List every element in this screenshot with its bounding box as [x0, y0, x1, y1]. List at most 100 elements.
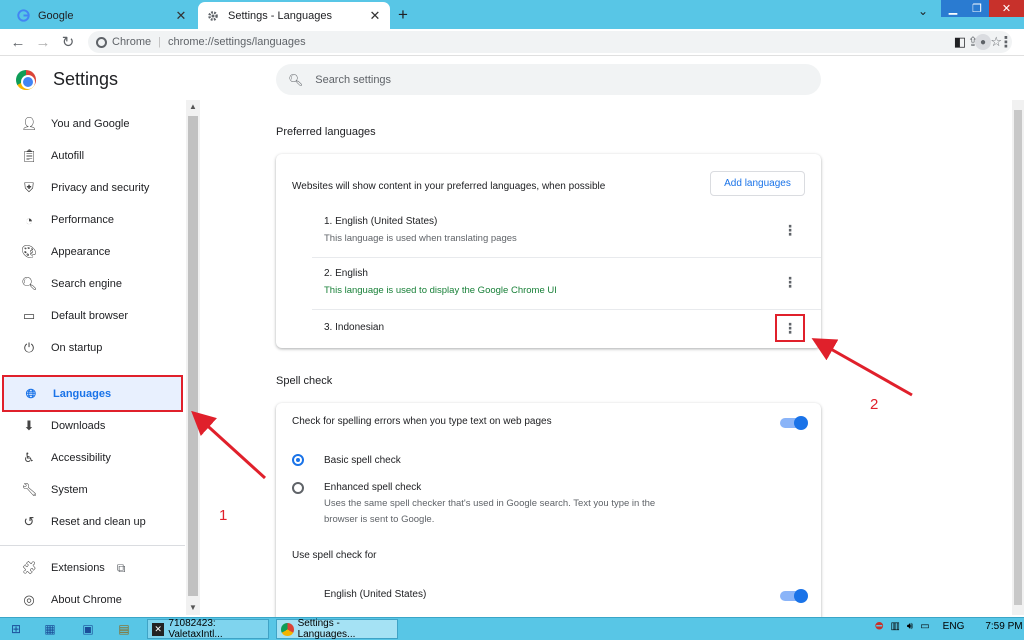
language-menu-kebab-icon-highlighted[interactable]: ⋮	[775, 314, 805, 342]
search-settings-input[interactable]: 🔍︎ Search settings	[276, 64, 821, 95]
sidebar-item-languages[interactable]: 🌐︎ Languages	[2, 375, 183, 412]
file-explorer-icon[interactable]: ▦	[42, 621, 58, 637]
tab-google[interactable]: Google ✕	[8, 2, 196, 29]
row-divider	[312, 309, 821, 310]
spell-check-toggle[interactable]	[780, 416, 808, 430]
taskbar-app-chrome[interactable]: Settings - Languages...	[276, 618, 398, 640]
annotation-arrow-2	[811, 338, 913, 397]
chrome-icon	[96, 36, 107, 48]
tab-close-icon[interactable]: ✕	[174, 8, 188, 24]
sidebar-item-search-engine[interactable]: 🔍︎ Search engine	[0, 268, 183, 300]
forward-arrow-icon[interactable]: →	[33, 32, 53, 52]
scroll-down-arrow-icon[interactable]: ▼	[189, 603, 197, 612]
language-menu-kebab-icon[interactable]: ⋮	[782, 273, 798, 291]
reset-icon: ↺	[23, 514, 35, 529]
close-window-button[interactable]: ✕	[989, 0, 1024, 17]
sidebar-item-privacy[interactable]: ⛨ Privacy and security	[0, 172, 183, 204]
preferred-languages-card: Websites will show content in your prefe…	[276, 154, 821, 348]
windows-start-icon[interactable]: ⊞	[8, 621, 24, 637]
puzzle-icon: 🧩︎	[21, 560, 38, 575]
tab-settings-languages[interactable]: Settings - Languages ✕	[198, 2, 390, 29]
accessibility-icon: ♿︎	[23, 450, 35, 465]
new-tab-plus-icon[interactable]: +	[398, 5, 408, 25]
section-title-spell-check: Spell check	[276, 375, 333, 387]
preferred-description: Websites will show content in your prefe…	[292, 181, 606, 192]
spell-language-toggle[interactable]	[780, 589, 808, 603]
gear-icon	[206, 9, 220, 23]
no-network-icon[interactable]: ⛔︎	[875, 621, 883, 632]
chrome-logo-icon	[16, 70, 36, 90]
input-language[interactable]: ENG	[943, 621, 965, 632]
minimize-button[interactable]: ▁	[941, 0, 965, 17]
reload-icon[interactable]: ↻	[58, 32, 78, 52]
sidebar-item-label: Reset and clean up	[51, 516, 146, 528]
chrome-app-icon	[281, 622, 294, 636]
sidebar-item-on-startup[interactable]: ⏻ On startup	[0, 332, 183, 364]
power-icon: ⏻	[23, 340, 35, 355]
sidebar-item-default-browser[interactable]: ▭ Default browser	[0, 300, 183, 332]
menu-kebab-icon[interactable]: ⋮	[996, 32, 1016, 52]
sidebar-item-downloads[interactable]: ⬇︎ Downloads	[0, 410, 183, 442]
clock-time[interactable]: 7:59 PM	[985, 621, 1022, 632]
sidebar-item-label: About Chrome	[51, 594, 122, 606]
tab-search-chevron-icon[interactable]: ⌄	[918, 4, 928, 18]
network-icon[interactable]: ▥	[890, 621, 899, 632]
add-languages-button[interactable]: Add languages	[710, 171, 805, 196]
address-bar[interactable]: Chrome | chrome://settings/languages ⇪ ☆	[88, 31, 1012, 53]
scroll-up-arrow-icon[interactable]: ▲	[189, 102, 197, 111]
sidebar-item-autofill[interactable]: 📋︎ Autofill	[0, 140, 183, 172]
scrollbar-thumb[interactable]	[188, 116, 198, 596]
globe-icon: 🌐︎	[25, 385, 37, 401]
language-name: 1. English (United States)	[324, 216, 438, 227]
main-scrollbar[interactable]	[1012, 100, 1024, 615]
section-title-preferred-languages: Preferred languages	[276, 126, 376, 138]
sidebar-item-reset[interactable]: ↺ Reset and clean up	[0, 506, 183, 538]
sidebar-item-label: System	[51, 484, 88, 496]
enhanced-spell-radio[interactable]	[292, 482, 304, 494]
annotation-arrow-1	[191, 410, 267, 480]
sidebar-item-label: Downloads	[51, 420, 106, 432]
search-placeholder: Search settings	[315, 73, 392, 86]
sidebar-item-label: You and Google	[51, 118, 130, 130]
back-arrow-icon[interactable]: ←	[8, 32, 28, 52]
side-panel-icon[interactable]: ◧	[950, 32, 970, 52]
volume-icon[interactable]: 🔊︎	[907, 621, 913, 632]
spell-check-card: Check for spelling errors when you type …	[276, 403, 821, 623]
sidebar-item-you-and-google[interactable]: 👤︎ You and Google	[0, 108, 183, 140]
basic-spell-radio[interactable]	[292, 454, 304, 466]
language-note: This language is used to display the Goo…	[324, 285, 557, 296]
wrench-icon: 🔧︎	[21, 482, 38, 497]
tab-title: Google	[38, 9, 74, 22]
sidebar-item-accessibility[interactable]: ♿︎ Accessibility	[0, 442, 183, 474]
annotation-number-1: 1	[219, 507, 228, 524]
sidebar-item-label: Languages	[53, 387, 112, 400]
sidebar-item-about-chrome[interactable]: ◎ About Chrome	[0, 584, 183, 616]
sidebar-item-performance[interactable]: ◔ Performance	[0, 204, 183, 236]
sidebar-item-system[interactable]: 🔧︎ System	[0, 474, 183, 506]
sidebar-item-label: On startup	[51, 342, 103, 354]
language-menu-kebab-icon[interactable]: ⋮	[782, 221, 798, 239]
chrome-chip-label: Chrome	[112, 36, 152, 48]
sidebar-item-label: Search engine	[51, 278, 122, 290]
sidebar-item-label: Default browser	[51, 310, 129, 322]
google-g-icon	[16, 9, 30, 23]
tab-close-icon[interactable]: ✕	[368, 8, 382, 24]
restore-button[interactable]: ❐	[965, 0, 989, 17]
scrollbar-thumb[interactable]	[1014, 110, 1022, 605]
sidebar-item-extensions[interactable]: 🧩︎ Extensions ⧉	[0, 552, 183, 584]
powershell-icon[interactable]: ▣	[80, 621, 96, 637]
enhanced-spell-description-2: browser is sent to Google.	[324, 514, 435, 525]
palette-icon: 🎨︎	[21, 244, 38, 259]
sidebar-item-appearance[interactable]: 🎨︎ Appearance	[0, 236, 183, 268]
speedometer-icon: ◔	[25, 212, 33, 228]
tab-title: Settings - Languages	[228, 9, 332, 22]
search-icon: 🔍︎	[288, 72, 304, 87]
folder-icon[interactable]: ▤	[116, 621, 132, 637]
taskbar-app-terminal[interactable]: ✕ 71082423: ValetaxIntl...	[147, 618, 269, 640]
terminal-app-icon: ✕	[152, 622, 165, 636]
action-center-icon[interactable]: ▭	[920, 621, 929, 632]
sidebar-scrollbar[interactable]: ▲ ▼	[186, 100, 200, 615]
profile-avatar-icon[interactable]: ●	[975, 34, 991, 50]
sidebar-item-label: Privacy and security	[51, 182, 150, 194]
sidebar-divider	[0, 545, 185, 546]
